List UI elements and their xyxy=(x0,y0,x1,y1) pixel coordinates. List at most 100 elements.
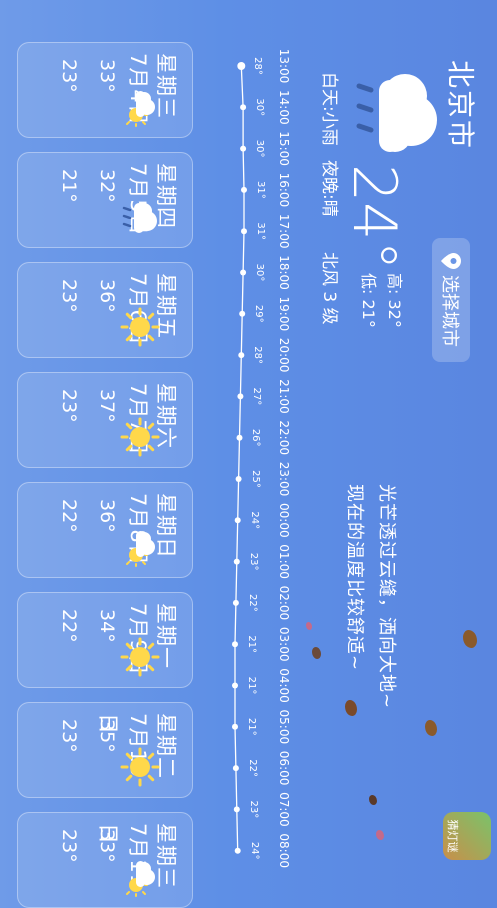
app-badge[interactable]: 猜灯谜 xyxy=(443,812,491,860)
forecast-high: 36° xyxy=(96,499,118,533)
temperature-point xyxy=(240,269,247,276)
hourly-temp-label: 30° xyxy=(254,263,266,282)
forecast-card[interactable]: 星期四 7月5日 32° 21° xyxy=(17,152,193,248)
hourly-time-label: 17:00 xyxy=(277,213,291,249)
forecast-card[interactable]: 星期二 7月10日 35° 23° xyxy=(17,702,193,798)
leaf-decoration xyxy=(306,622,312,630)
hourly-time-label: 23:00 xyxy=(277,461,291,497)
forecast-card[interactable]: 星期日 7月8日 36° 22° xyxy=(17,482,193,578)
hourly-time-label: 03:00 xyxy=(277,626,291,662)
temperature-point xyxy=(237,393,244,400)
hourly-temp-label: 26° xyxy=(250,428,262,447)
hourly-temp-label: 22° xyxy=(246,759,258,777)
hourly-temp-label: 22° xyxy=(246,594,258,612)
forecast-high: 34° xyxy=(96,609,118,643)
forecast-low: 22° xyxy=(58,609,80,643)
hourly-time-label: 20:00 xyxy=(277,337,291,373)
temperature-point xyxy=(232,599,239,606)
hourly-temp-label: 29° xyxy=(253,304,265,323)
hourly-temp-label: 21° xyxy=(246,717,257,736)
forecast-card[interactable]: 星期五 7月6日 36° 23° xyxy=(17,262,193,358)
temperature-point xyxy=(240,104,247,111)
temperature-point xyxy=(237,62,246,70)
forecast-card[interactable]: 星期六 7月7日 37° 23° xyxy=(17,372,193,468)
forecast-high: 33° xyxy=(96,59,118,93)
temperature-point xyxy=(241,228,247,235)
temperature-point xyxy=(233,558,240,565)
hourly-time-label: 15:00 xyxy=(277,131,291,166)
hourly-temp-label: 23° xyxy=(247,800,259,819)
temperature-point xyxy=(232,765,239,772)
sun-icon xyxy=(120,747,160,787)
temperature-point xyxy=(232,641,238,648)
forecast-high: 35° xyxy=(96,719,118,753)
forecast-card[interactable]: 星期一 7月9日 34° 22° xyxy=(17,592,193,688)
badge-label: 猜灯谜 xyxy=(446,819,459,853)
temperature-point xyxy=(233,806,240,813)
cloud-sun-icon xyxy=(120,857,160,897)
sun-icon xyxy=(120,417,160,457)
hourly-temp-label: 31° xyxy=(255,222,266,241)
temperature-point xyxy=(235,476,242,482)
hourly-time-label: 14:00 xyxy=(277,90,291,125)
hourly-time-label: 16:00 xyxy=(277,172,291,208)
sun-icon xyxy=(120,637,160,677)
temperature-point xyxy=(241,186,247,193)
hourly-time-label: 21:00 xyxy=(277,379,291,414)
hourly-time-label: 08:00 xyxy=(277,833,291,868)
leaf-decoration xyxy=(425,720,437,736)
cloud-rain-icon xyxy=(120,197,160,237)
temperature-point xyxy=(236,434,243,441)
cloud-sun-icon xyxy=(120,527,160,567)
temperature-point xyxy=(238,352,245,359)
forecast-low: 23° xyxy=(58,389,80,423)
forecast-low: 23° xyxy=(58,59,80,93)
hourly-time-label: 18:00 xyxy=(277,255,291,290)
hourly-temp-label: 23° xyxy=(247,552,259,571)
forecast-low: 23° xyxy=(58,719,80,753)
hourly-time-label: 02:00 xyxy=(277,585,291,621)
leaf-decoration xyxy=(463,630,477,648)
temperature-point xyxy=(240,145,247,152)
sun-icon xyxy=(120,307,160,347)
forecast-card[interactable]: 星期三 7月11日 33° 23° xyxy=(17,812,193,908)
forecast-high: 37° xyxy=(96,389,118,423)
hourly-temp-label: 30° xyxy=(254,139,266,158)
forecast-high: 33° xyxy=(96,829,118,863)
hourly-time-label: 01:00 xyxy=(277,544,291,579)
hourly-temp-label: 30° xyxy=(254,98,266,117)
forecast-high: 36° xyxy=(96,279,118,313)
hourly-temp-label: 24° xyxy=(248,841,260,860)
hourly-time-label: 04:00 xyxy=(277,668,291,703)
hourly-temp-label: 31° xyxy=(255,181,266,199)
weather-screen: 北京市 24° 高: 32° 低: 21° 白天:小雨 夜晚:晴 北风 3 级 … xyxy=(0,0,497,908)
temperature-point xyxy=(234,517,241,524)
hourly-temp-label: 28° xyxy=(252,346,264,364)
hourly-temp-label: 24° xyxy=(248,511,260,530)
leaf-decoration xyxy=(376,830,384,840)
hourly-temp-label: 21° xyxy=(246,635,257,654)
cloud-sun-icon xyxy=(120,87,160,127)
hourly-temp-label: 25° xyxy=(249,470,261,488)
hourly-time-label: 05:00 xyxy=(277,709,291,745)
temperature-point xyxy=(232,682,238,689)
hourly-temp-label: 28° xyxy=(252,57,264,75)
hourly-temp-label: 27° xyxy=(251,387,263,406)
leaf-decoration xyxy=(345,700,357,716)
forecast-low: 22° xyxy=(58,499,80,533)
hourly-temp-label: 21° xyxy=(246,676,257,695)
hourly-time-label: 19:00 xyxy=(277,296,291,332)
temperature-point xyxy=(232,723,238,730)
forecast-low: 23° xyxy=(58,279,80,313)
hourly-time-label: 06:00 xyxy=(277,750,291,786)
hourly-time-label: 22:00 xyxy=(277,420,291,455)
leaf-decoration xyxy=(369,795,377,805)
hourly-time-label: 00:00 xyxy=(277,503,291,538)
temperature-curve xyxy=(234,65,245,851)
temperature-point xyxy=(239,310,246,317)
temperature-point xyxy=(234,847,241,854)
forecast-low: 23° xyxy=(58,829,80,863)
forecast-card[interactable]: 星期三 7月4日 33° 23° xyxy=(17,42,193,138)
hourly-time-label: 13:00 xyxy=(277,48,291,84)
forecast-low: 21° xyxy=(58,169,80,203)
